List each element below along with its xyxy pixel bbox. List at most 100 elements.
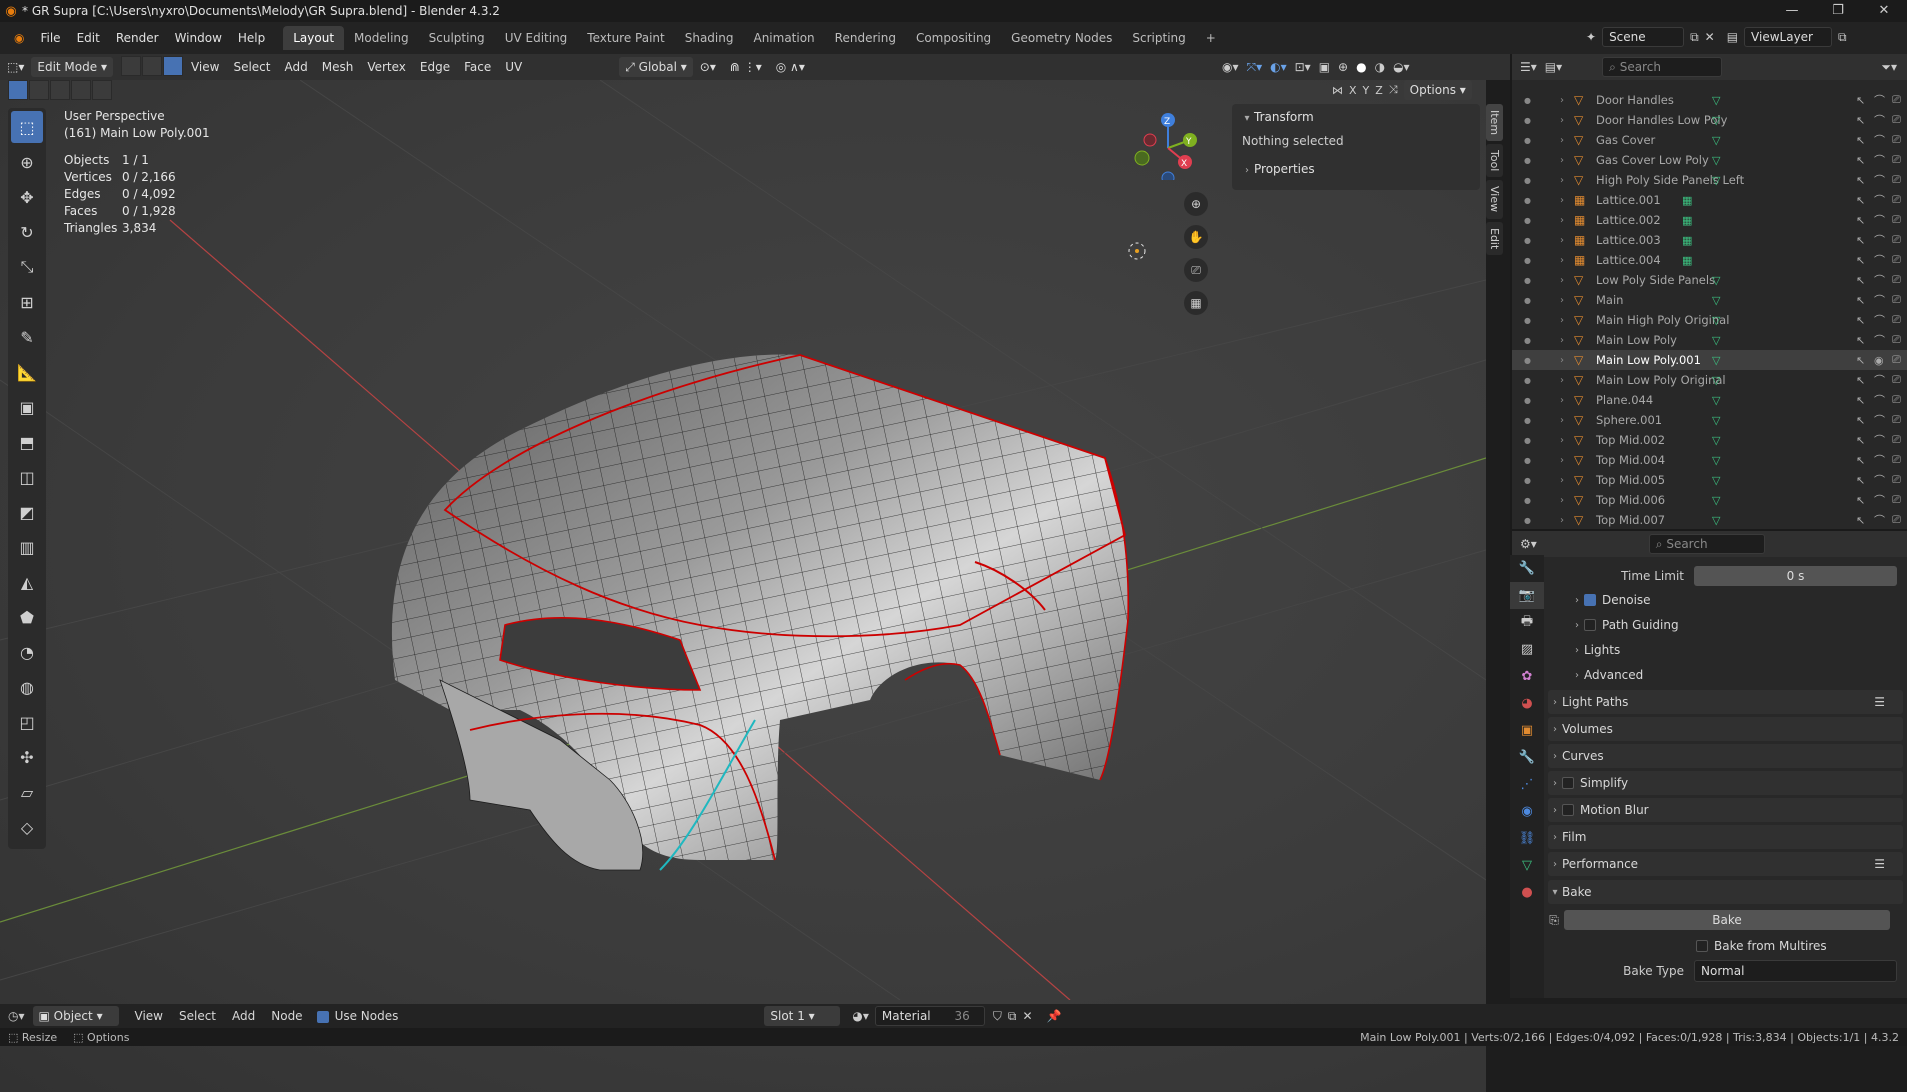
world-properties-icon[interactable]: ◕ <box>1510 690 1544 717</box>
viewlayer-field[interactable]: ViewLayer <box>1744 27 1833 47</box>
axis-z-toggle[interactable]: Z <box>1375 84 1383 97</box>
blender-menu-icon[interactable]: ◉ <box>6 27 32 49</box>
solid-shading-icon[interactable]: ● <box>1356 60 1366 75</box>
properties-header[interactable]: › Properties <box>1232 152 1480 186</box>
render-properties-icon[interactable]: 📷 <box>1510 582 1544 609</box>
outliner-item[interactable]: ● › ▽ Door Handles Low Poly ▽ ↖ ⌒ ⎚ <box>1512 110 1907 130</box>
data-properties-icon[interactable]: ▽ <box>1510 852 1544 879</box>
gizmo-toggle-icon[interactable]: ⤧▾ <box>1247 60 1263 75</box>
rip-region-tool-icon[interactable]: ◇ <box>11 811 43 843</box>
3d-viewport[interactable]: User Perspective (161) Main Low Poly.001… <box>0 80 1486 1092</box>
expand-arrow-icon[interactable]: › <box>1560 195 1564 206</box>
tab-sculpting[interactable]: Sculpting <box>419 26 495 50</box>
outliner-item[interactable]: ● › ▽ Main Low Poly ▽ ↖ ⌒ ⎚ <box>1512 330 1907 350</box>
menu-face[interactable]: Face <box>457 57 498 77</box>
grid-perspective-icon[interactable]: ▦ <box>1184 291 1208 315</box>
modifier-properties-icon[interactable]: 🔧 <box>1510 744 1544 771</box>
outliner-item[interactable]: ● › ▽ Plane.044 ▽ ↖ ⌒ ⎚ <box>1512 390 1907 410</box>
expand-arrow-icon[interactable]: › <box>1560 175 1564 186</box>
render-toggle-icon[interactable]: ⎚ <box>1892 153 1901 167</box>
node-menu-view[interactable]: View <box>127 1009 171 1023</box>
tab-edit[interactable]: Edit <box>1486 221 1503 255</box>
select-toggle-icon[interactable]: ↖ <box>1856 94 1865 107</box>
render-toggle-icon[interactable]: ⎚ <box>1892 193 1901 207</box>
panel-header[interactable]: › Curves <box>1548 744 1903 768</box>
expand-arrow-icon[interactable]: › <box>1560 515 1564 526</box>
viewlayer-icon[interactable]: ▤ <box>1727 30 1738 44</box>
eye-icon[interactable]: ⌒ <box>1874 492 1885 508</box>
select-toggle-icon[interactable]: ↖ <box>1856 514 1865 527</box>
bake-type-dropdown[interactable]: Normal <box>1694 960 1897 982</box>
select-toggle-icon[interactable]: ↖ <box>1856 114 1865 127</box>
knife-tool-icon[interactable]: ◭ <box>11 566 43 598</box>
render-toggle-icon[interactable]: ⎚ <box>1892 333 1901 347</box>
expand-arrow-icon[interactable]: › <box>1560 115 1564 126</box>
expand-arrow-icon[interactable]: › <box>1560 415 1564 426</box>
pan-hand-icon[interactable]: ✋ <box>1184 225 1208 249</box>
outliner-item[interactable]: ● › ▽ Main ▽ ↖ ⌒ ⎚ <box>1512 290 1907 310</box>
shear-tool-icon[interactable]: ▱ <box>11 776 43 808</box>
options-dropdown[interactable]: Options ▾ <box>1403 80 1472 100</box>
outliner-item[interactable]: ● › ▽ Sphere.001 ▽ ↖ ⌒ ⎚ <box>1512 410 1907 430</box>
menu-help[interactable]: Help <box>230 27 273 49</box>
outliner-item[interactable]: ● › ▽ Main High Poly Original ▽ ↖ ⌒ ⎚ <box>1512 310 1907 330</box>
material-actions[interactable]: ⛉⧉✕ <box>993 1009 1039 1024</box>
face-select-button[interactable] <box>162 55 183 76</box>
outliner-item[interactable]: ● › ▽ Door Handles ▽ ↖ ⌒ ⎚ <box>1512 90 1907 110</box>
edge-slide-tool-icon[interactable]: ◰ <box>11 706 43 738</box>
expand-arrow-icon[interactable]: › <box>1560 235 1564 246</box>
axis-x-toggle[interactable]: X <box>1349 84 1357 97</box>
editor-type-icon[interactable]: ⬚▾ <box>0 57 31 77</box>
bevel-tool-icon[interactable]: ◩ <box>11 496 43 528</box>
panel-header[interactable]: › Motion Blur <box>1548 798 1903 822</box>
render-toggle-icon[interactable]: ⎚ <box>1892 513 1901 527</box>
select-toggle-icon[interactable]: ↖ <box>1856 174 1865 187</box>
use-nodes-toggle[interactable]: Use Nodes <box>311 1009 405 1023</box>
render-toggle-icon[interactable]: ⎚ <box>1892 473 1901 487</box>
menu-view[interactable]: View <box>184 57 226 77</box>
snap-icon[interactable]: ⋒ ⋮▾ <box>723 57 769 77</box>
render-toggle-icon[interactable]: ⎚ <box>1892 433 1901 447</box>
pin-icon[interactable]: 📌 <box>1047 1009 1062 1023</box>
expand-arrow-icon[interactable]: › <box>1560 495 1564 506</box>
outliner-item[interactable]: ● › ▦ Lattice.003 ▦ ↖ ⌒ ⎚ <box>1512 230 1907 250</box>
select-toggle-icon[interactable]: ↖ <box>1856 194 1865 207</box>
outliner-item[interactable]: ● › ▽ Main Low Poly Original ▽ ↖ ⌒ ⎚ <box>1512 370 1907 390</box>
transform-tool-icon[interactable]: ⊞ <box>11 286 43 318</box>
node-menu-node[interactable]: Node <box>263 1009 310 1023</box>
eye-icon[interactable]: ⌒ <box>1874 432 1885 448</box>
outliner-item[interactable]: ● › ▽ High Poly Side Panels Left ▽ ↖ ⌒ ⎚ <box>1512 170 1907 190</box>
close-button[interactable]: ✕ <box>1861 0 1907 22</box>
minimize-button[interactable]: — <box>1769 0 1815 22</box>
select-toggle-icon[interactable]: ↖ <box>1856 454 1865 467</box>
outliner-item[interactable]: ● › ▽ Top Mid.002 ▽ ↖ ⌒ ⎚ <box>1512 430 1907 450</box>
node-menu-select[interactable]: Select <box>171 1009 224 1023</box>
select-toggle-icon[interactable]: ↖ <box>1856 254 1865 267</box>
panel-checkbox[interactable] <box>1562 777 1574 789</box>
eye-icon[interactable]: ⌒ <box>1874 232 1885 248</box>
expand-arrow-icon[interactable]: › <box>1560 455 1564 466</box>
panel-header[interactable]: › Light Paths ☰ <box>1548 690 1903 714</box>
spin-tool-icon[interactable]: ◔ <box>11 636 43 668</box>
eye-icon[interactable]: ⌒ <box>1874 512 1885 528</box>
denoise-checkbox[interactable] <box>1584 594 1596 606</box>
path-guiding-checkbox[interactable] <box>1584 619 1596 631</box>
properties-editor-icon[interactable]: ⚙▾ <box>1520 537 1537 551</box>
outliner-item[interactable]: ● › ▽ Top Mid.006 ▽ ↖ ⌒ ⎚ <box>1512 490 1907 510</box>
physics-icon[interactable]: ◉ <box>1510 798 1544 825</box>
denoise-subpanel[interactable]: › Denoise <box>1544 588 1907 612</box>
outliner-item[interactable]: ● › ▦ Lattice.001 ▦ ↖ ⌒ ⎚ <box>1512 190 1907 210</box>
select-toggle-icon[interactable]: ↖ <box>1856 234 1865 247</box>
display-mode-icon[interactable]: ▤▾ <box>1545 60 1562 74</box>
expand-arrow-icon[interactable]: › <box>1560 375 1564 386</box>
bake-button[interactable]: Bake <box>1564 910 1890 930</box>
panel-checkbox[interactable] <box>1562 804 1574 816</box>
expand-arrow-icon[interactable]: › <box>1560 295 1564 306</box>
new-scene-icon[interactable]: ⧉ <box>1690 30 1699 45</box>
mesh-overlay-icon[interactable]: ⊡▾ <box>1295 60 1311 75</box>
particles-icon[interactable]: ⋰ <box>1510 771 1544 798</box>
constraints-icon[interactable]: ⛓ <box>1510 825 1544 852</box>
outliner-item[interactable]: ● › ▽ Low Poly Side Panels ▽ ↖ ⌒ ⎚ <box>1512 270 1907 290</box>
eye-icon[interactable]: ⌒ <box>1874 292 1885 308</box>
eye-icon[interactable]: ⌒ <box>1874 152 1885 168</box>
